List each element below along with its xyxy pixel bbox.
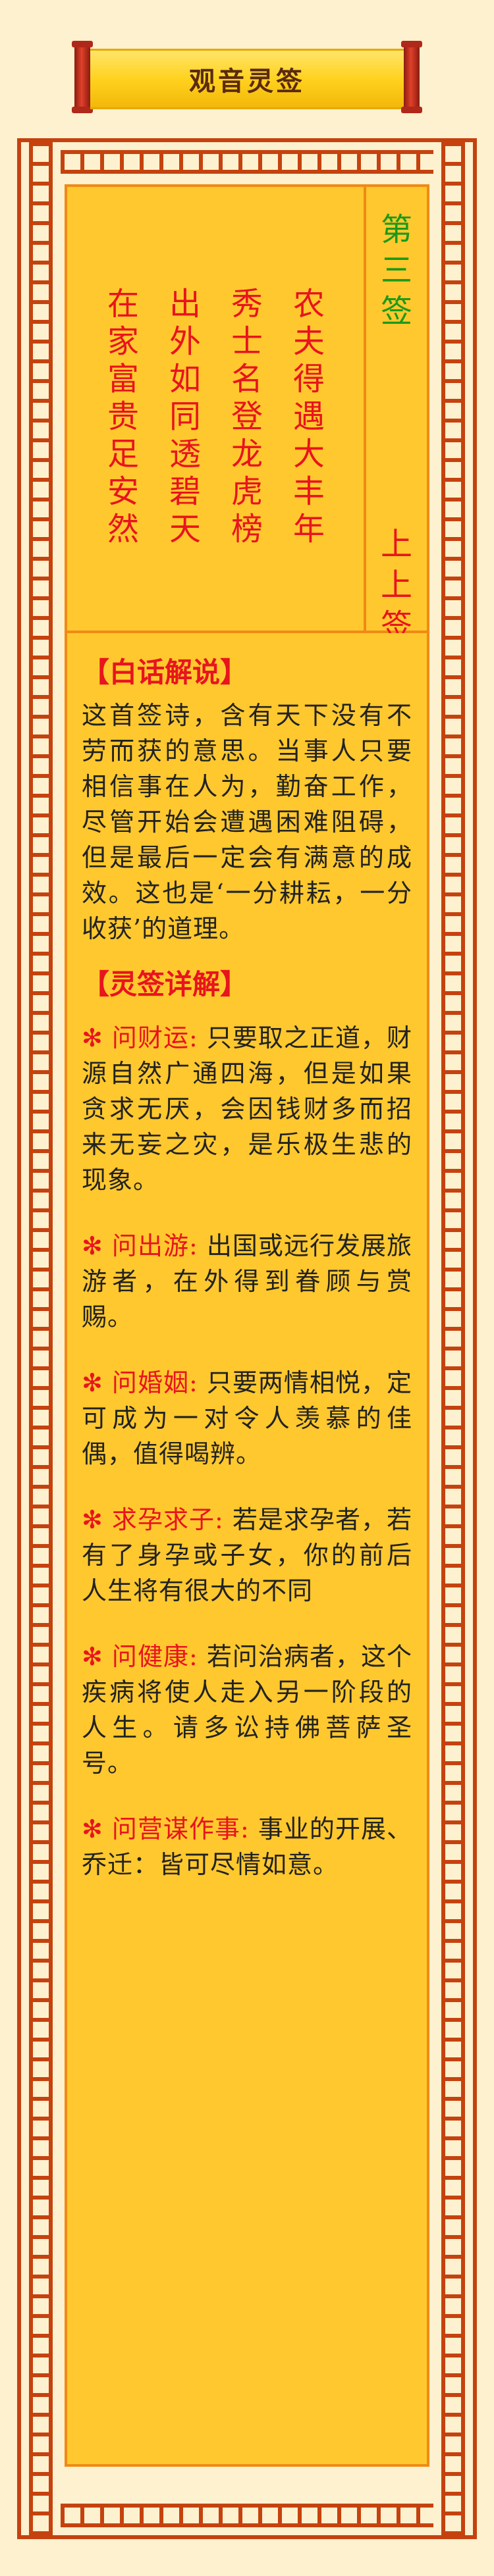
explanation-panel: 【白话解说】 这首签诗，含有天下没有不劳而获的意思。当事人只要相信事在人为，勤奋… bbox=[65, 633, 429, 2467]
sign-grade-char: 上 bbox=[380, 526, 412, 563]
poem-panel: 农夫得遇大丰年秀士名登龙虎榜出外如同透碧天在家富贵足安然 第三签 上上签 bbox=[65, 184, 429, 644]
asterisk-icon: ✻ bbox=[82, 1368, 103, 1397]
sign-grade: 上上签 bbox=[381, 524, 412, 646]
scroll-rod-left bbox=[72, 41, 93, 113]
poem-line: 农夫得遇大丰年 bbox=[292, 286, 325, 548]
poem-columns: 农夫得遇大丰年秀士名登龙虎榜出外如同透碧天在家富贵足安然 bbox=[67, 187, 365, 631]
sign-number-char: 签 bbox=[380, 293, 412, 330]
title-banner: 观音灵签 bbox=[90, 49, 404, 109]
fret-border-right bbox=[433, 142, 473, 2535]
fret-border-bottom bbox=[21, 2496, 473, 2535]
asterisk-icon: ✻ bbox=[82, 1231, 103, 1260]
asterisk-icon: ✻ bbox=[82, 1023, 103, 1052]
detail-item-label: 问财运: bbox=[103, 1023, 207, 1052]
details-list: ✻ 问财运: 只要取之正道，财源自然广通四海，但是如果贪求无厌，会因钱财多而招来… bbox=[82, 1020, 412, 1882]
page-title: 观音灵签 bbox=[189, 66, 305, 97]
detail-item: ✻ 问婚姻: 只要两情相悦，定可成为一对令人羡慕的佳偶，值得喝辨。 bbox=[82, 1365, 412, 1472]
detail-item-label: 问婚姻: bbox=[103, 1368, 207, 1397]
sign-grade-char: 上 bbox=[380, 567, 412, 604]
detail-item-label: 问健康: bbox=[103, 1642, 207, 1671]
asterisk-icon: ✻ bbox=[82, 1642, 103, 1671]
poem-line: 在家富贵足安然 bbox=[107, 286, 139, 548]
detail-item: ✻ 问营谋作事: 事业的开展、乔迁：皆可尽情如意。 bbox=[82, 1811, 412, 1882]
sign-number: 第三签 bbox=[381, 209, 412, 332]
detail-item: ✻ 问财运: 只要取之正道，财源自然广通四海，但是如果贪求无厌，会因钱财多而招来… bbox=[82, 1020, 412, 1198]
explanation-text: 这首签诗，含有天下没有不劳而获的意思。当事人只要相信事在人为，勤奋工作，尽管开始… bbox=[82, 701, 412, 943]
asterisk-icon: ✻ bbox=[82, 1815, 103, 1843]
fret-border-left bbox=[21, 142, 61, 2535]
scroll-rod-right bbox=[401, 41, 422, 113]
sign-number-char: 第 bbox=[380, 211, 412, 248]
details-heading: 【灵签详解】 bbox=[82, 968, 248, 1000]
detail-item: ✻ 求孕求子: 若是求孕者，若有了身孕或子女，你的前后人生将有很大的不同 bbox=[82, 1502, 412, 1609]
explanation-heading: 【白话解说】 bbox=[82, 656, 248, 688]
detail-item: ✻ 问健康: 若问治病者，这个疾病将使人走入另一阶段的人生。请多讼持佛菩萨圣号。 bbox=[82, 1639, 412, 1781]
poem-line: 秀士名登龙虎榜 bbox=[231, 286, 263, 548]
title-scroll: 观音灵签 bbox=[72, 41, 422, 113]
fortune-frame: 农夫得遇大丰年秀士名登龙虎榜出外如同透碧天在家富贵足安然 第三签 上上签 【白话… bbox=[17, 138, 477, 2539]
sign-number-char: 三 bbox=[380, 252, 412, 289]
detail-item-label: 问营谋作事: bbox=[103, 1815, 258, 1843]
sign-info-column: 第三签 上上签 bbox=[364, 187, 427, 644]
detail-item-label: 求孕求子: bbox=[103, 1505, 233, 1534]
fret-border-top bbox=[21, 142, 473, 182]
poem-line: 出外如同透碧天 bbox=[169, 286, 201, 548]
asterisk-icon: ✻ bbox=[82, 1505, 103, 1534]
detail-item-label: 问出游: bbox=[103, 1231, 207, 1260]
detail-item: ✻ 问出游: 出国或远行发展旅游者，在外得到眷顾与赏赐。 bbox=[82, 1228, 412, 1335]
